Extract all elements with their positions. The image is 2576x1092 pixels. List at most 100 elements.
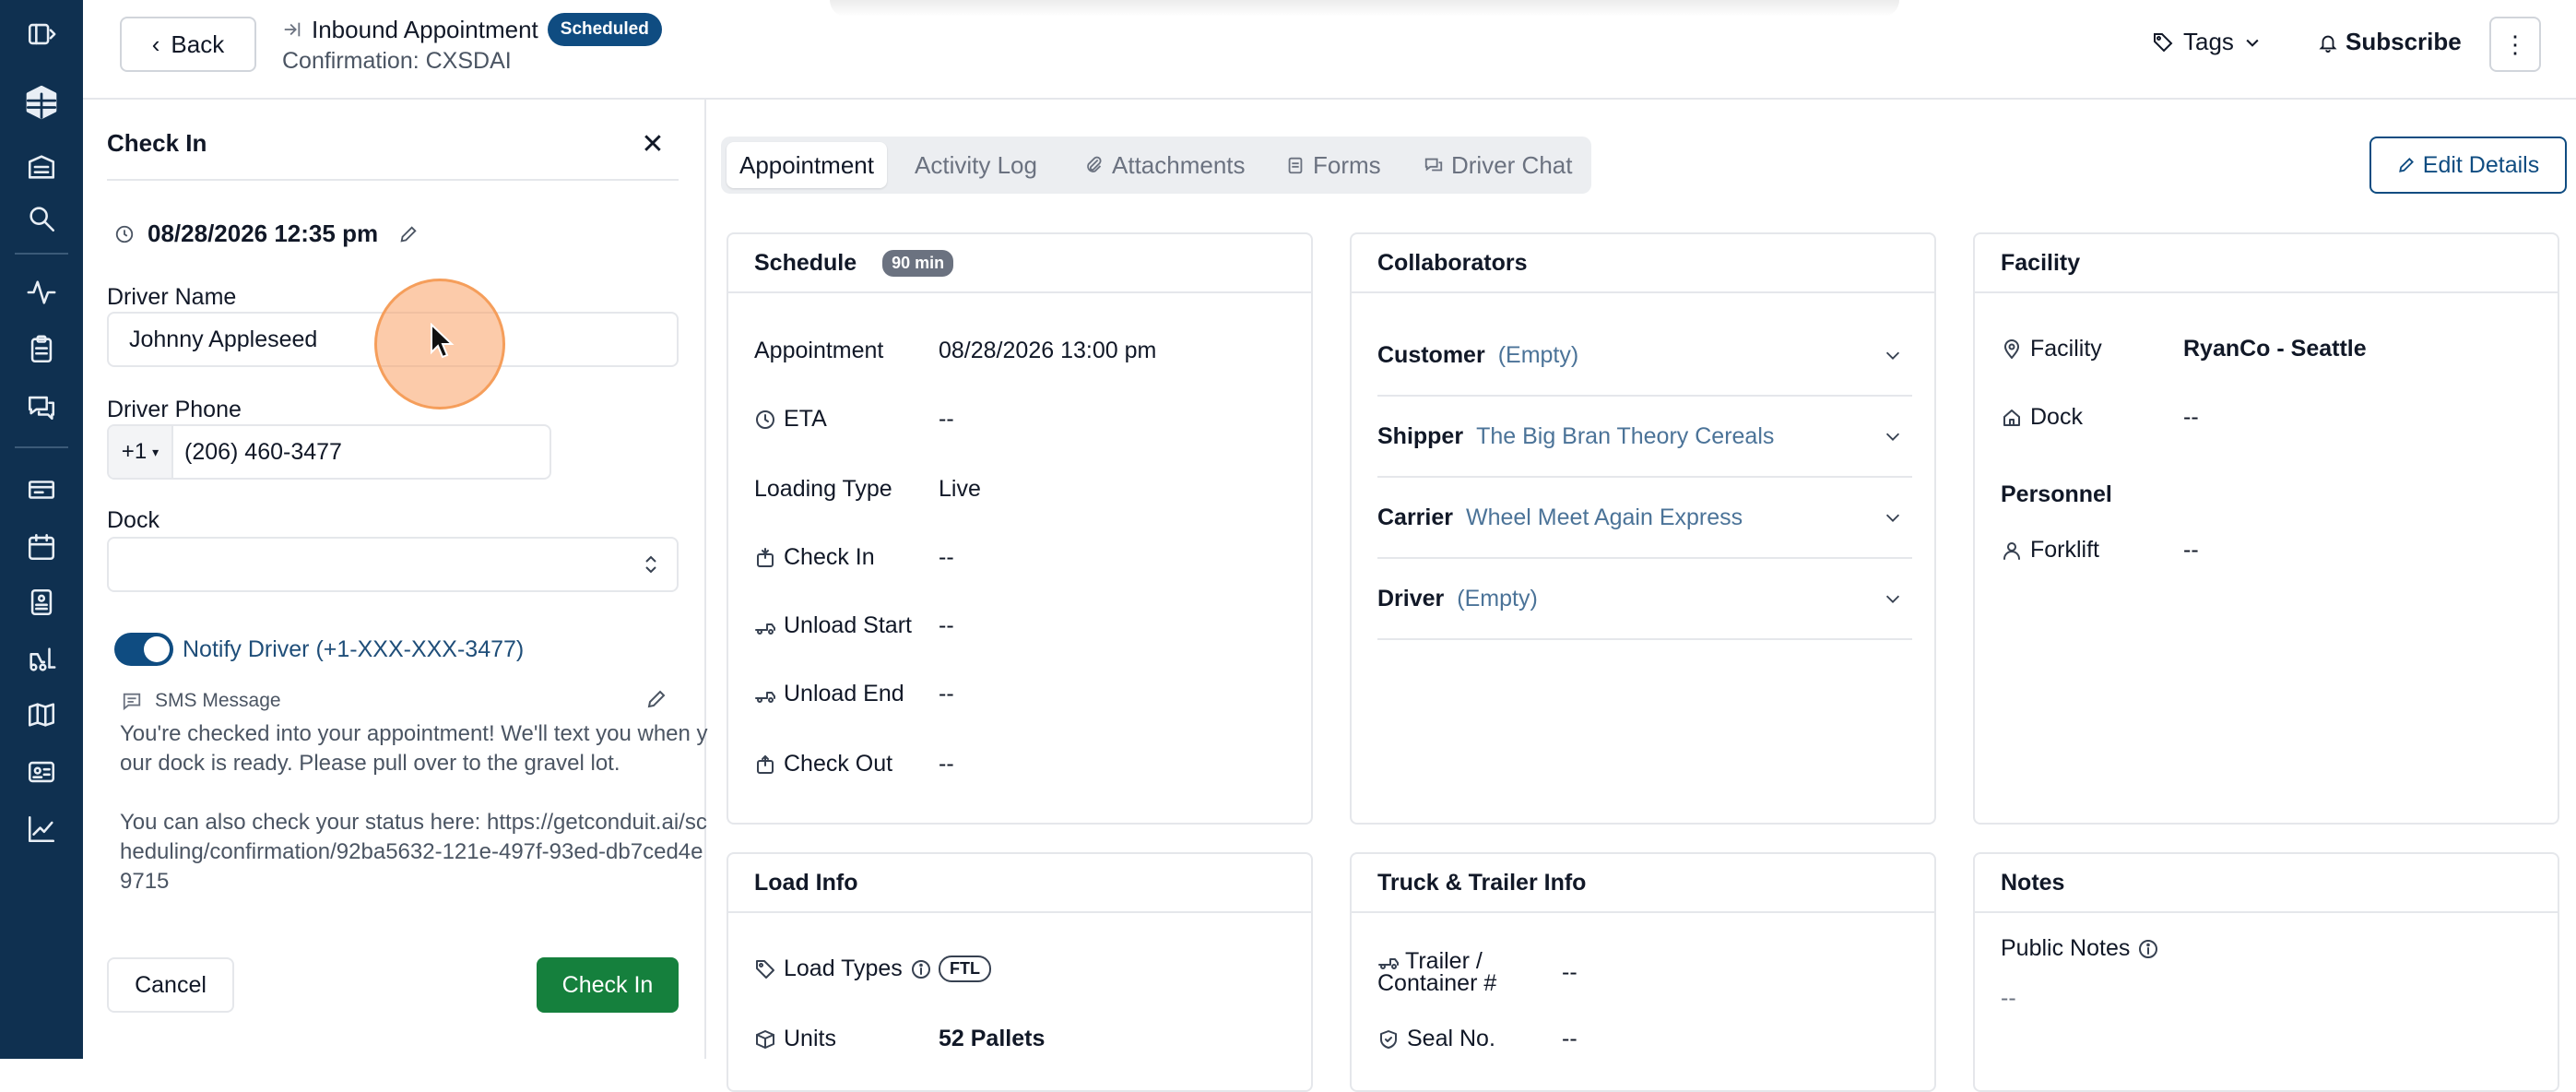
pencil-icon[interactable] — [645, 688, 668, 710]
check-in-datetime: 08/28/2026 12:35 pm — [114, 220, 419, 248]
load-types-row: Load Types FTL — [754, 956, 991, 982]
sms-message-body[interactable]: You're checked into your appointment! We… — [120, 719, 710, 896]
logo-icon[interactable] — [15, 83, 68, 122]
schedule-row-appointment: Appointment 08/28/2026 13:00 pm — [754, 338, 1156, 364]
calendar-icon[interactable] — [15, 528, 68, 566]
row-label: Dock — [2030, 404, 2083, 430]
row-value: 52 Pallets — [939, 1026, 1046, 1051]
chevron-down-icon — [1885, 433, 1900, 441]
load-type-badge: FTL — [939, 956, 991, 982]
chevron-left-icon: ‹ — [151, 30, 160, 58]
clipboard-icon[interactable] — [15, 330, 68, 369]
collaborator-carrier[interactable]: Carrier Wheel Meet Again Express — [1377, 478, 1912, 559]
facility-dock-row: Dock -- — [2001, 404, 2199, 431]
select-updown-icon — [645, 555, 656, 574]
clock-icon — [115, 225, 134, 243]
info-icon[interactable] — [910, 958, 932, 980]
row-value: -- — [939, 612, 954, 638]
subscribe-label: Subscribe — [2346, 28, 2462, 55]
back-button[interactable]: ‹ Back — [120, 17, 256, 72]
row-label: Unload Start — [784, 612, 912, 638]
tags-dropdown[interactable]: Tags — [2152, 28, 2262, 56]
row-label: Trailer / — [1405, 948, 1483, 974]
collaborator-customer[interactable]: Customer (Empty) — [1377, 315, 1912, 397]
driver-phone-input[interactable]: +1 ▾ (206) 460-3477 — [107, 424, 551, 480]
warehouse-icon[interactable] — [15, 148, 68, 186]
chevron-down-icon — [1885, 595, 1900, 603]
dock-door-icon[interactable] — [15, 583, 68, 622]
schedule-row-check-in: Check In -- — [754, 544, 954, 571]
collaborator-value: (Empty) — [1457, 585, 1538, 611]
check-in-submit-button[interactable]: Check In — [537, 957, 679, 1013]
top-bar: ‹ Back Inbound Appointment Scheduled Con… — [83, 0, 2576, 100]
row-value: -- — [939, 544, 954, 570]
public-notes-value: -- — [2001, 985, 2016, 1011]
load-info-card: Load Info Load Types FTL Units 52 Pallets — [727, 852, 1313, 1092]
appointment-title: Inbound Appointment Scheduled — [282, 13, 662, 46]
search-icon[interactable] — [15, 199, 68, 238]
subscribe-button[interactable]: Subscribe — [2318, 28, 2462, 56]
tab-forms[interactable]: Forms — [1272, 142, 1394, 188]
activity-icon[interactable] — [15, 273, 68, 312]
rail-divider — [15, 446, 68, 448]
ticket-icon[interactable] — [15, 470, 68, 509]
user-icon — [2003, 541, 2020, 560]
chart-icon[interactable] — [15, 810, 68, 849]
country-code-select[interactable]: +1 ▾ — [109, 426, 173, 478]
back-label: Back — [171, 30, 225, 58]
more-options-button[interactable]: ⋮ — [2489, 17, 2541, 72]
personnel-heading: Personnel — [2001, 481, 2112, 507]
map-icon[interactable] — [15, 695, 68, 734]
tab-activity-log[interactable]: Activity Log — [902, 142, 1050, 188]
row-label: Facility — [2030, 336, 2102, 362]
forklift-icon[interactable] — [15, 640, 68, 679]
row-label: Appointment — [754, 338, 884, 363]
top-shadow — [830, 0, 1899, 17]
row-value: -- — [939, 751, 954, 777]
duration-badge: 90 min — [882, 249, 954, 277]
units-row: Units 52 Pallets — [754, 1026, 1045, 1052]
info-icon[interactable] — [2137, 938, 2159, 960]
truck-icon — [755, 691, 775, 703]
id-card-icon[interactable] — [15, 753, 68, 791]
pencil-icon — [2398, 158, 2414, 172]
truck-icon — [755, 623, 775, 635]
tab-label: Driver Chat — [1451, 150, 1573, 179]
country-code-value: +1 — [121, 439, 148, 464]
dock-select[interactable] — [107, 537, 679, 592]
tab-label: Appointment — [739, 150, 874, 179]
collaborator-label: Driver — [1377, 585, 1445, 611]
schedule-row-check-out: Check Out -- — [754, 751, 954, 777]
close-icon[interactable]: ✕ — [636, 127, 669, 160]
tab-driver-chat[interactable]: Driver Chat — [1411, 142, 1585, 188]
seal-row: Seal No. -- — [1377, 1026, 1578, 1052]
schedule-row-loading-type: Loading Type Live — [754, 476, 981, 503]
tab-label: Forms — [1313, 150, 1381, 179]
tag-icon — [756, 959, 774, 979]
collaborator-shipper[interactable]: Shipper The Big Bran Theory Cereals — [1377, 397, 1912, 478]
tab-attachments[interactable]: Attachments — [1071, 142, 1258, 188]
edit-details-button[interactable]: Edit Details — [2369, 136, 2567, 194]
notify-driver-label: Notify Driver (+1-XXX-XXX-3477) — [183, 636, 525, 662]
row-label: Check Out — [784, 751, 893, 777]
schedule-row-eta: ETA -- — [754, 406, 954, 433]
clipboard-icon — [1288, 157, 1303, 174]
notify-driver-toggle[interactable] — [114, 633, 173, 666]
row-value: 08/28/2026 13:00 pm — [939, 338, 1157, 363]
tab-appointment[interactable]: Appointment — [727, 142, 887, 188]
notes-card-header: Notes — [1975, 854, 2558, 913]
panel-divider — [107, 179, 679, 181]
collaborator-driver[interactable]: Driver (Empty) — [1377, 559, 1912, 640]
toggle-knob — [144, 636, 170, 662]
pencil-icon[interactable] — [398, 224, 419, 244]
schedule-row-unload-start: Unload Start -- — [754, 612, 954, 639]
chat-icon[interactable] — [15, 387, 68, 426]
sidebar-toggle-icon[interactable] — [15, 15, 68, 53]
chat-icon — [1424, 158, 1443, 172]
collaborator-value: The Big Bran Theory Cereals — [1476, 422, 1775, 449]
truck-icon — [1378, 958, 1399, 969]
rail-divider — [15, 253, 68, 255]
mouse-cursor-icon — [431, 323, 455, 359]
cancel-button[interactable]: Cancel — [107, 957, 234, 1013]
tag-icon — [2154, 32, 2173, 52]
